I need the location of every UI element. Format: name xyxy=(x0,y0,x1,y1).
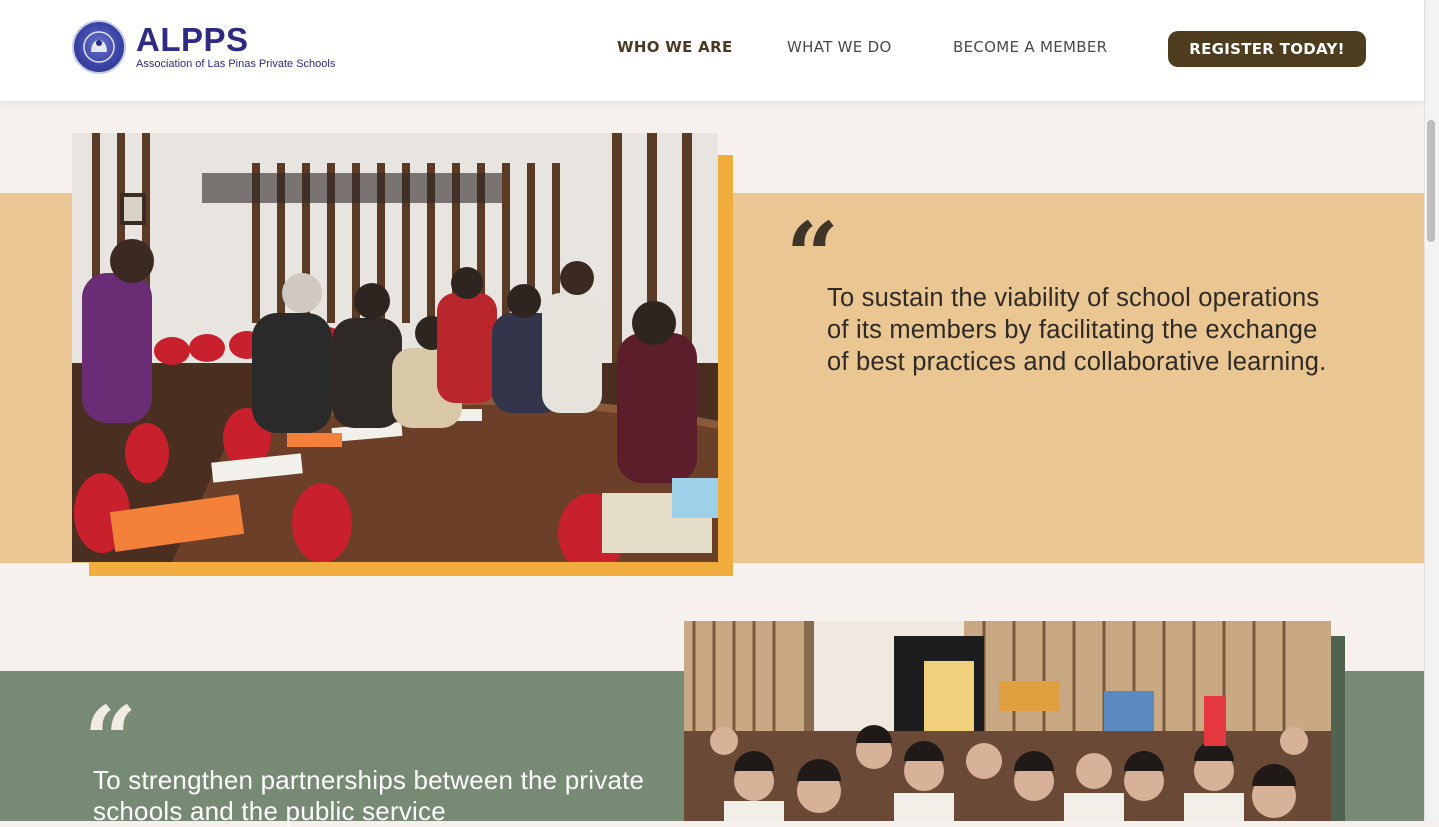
general-assembly-photo xyxy=(684,621,1331,821)
logo-title: ALPPS xyxy=(136,21,249,58)
site-logo[interactable]: ALPPS Association of Las Pinas Private S… xyxy=(72,20,335,74)
site-header: ALPPS Association of Las Pinas Private S… xyxy=(0,0,1424,101)
nav-who-we-are[interactable]: WHO WE ARE xyxy=(617,38,733,56)
nav-what-we-do[interactable]: WHAT WE DO xyxy=(787,38,892,56)
logo-subtitle: Association of Las Pinas Private Schools xyxy=(136,58,336,70)
mission-statement-2: To strengthen partnerships between the p… xyxy=(93,765,645,826)
scrollbar-thumb[interactable] xyxy=(1427,120,1435,242)
mission-statement-1: To sustain the viability of school opera… xyxy=(827,284,1327,376)
logo-emblem-icon xyxy=(72,20,126,74)
register-today-button[interactable]: REGISTER TODAY! xyxy=(1168,31,1366,67)
meeting-room-photo xyxy=(72,133,718,562)
nav-become-a-member[interactable]: BECOME A MEMBER xyxy=(953,38,1107,56)
